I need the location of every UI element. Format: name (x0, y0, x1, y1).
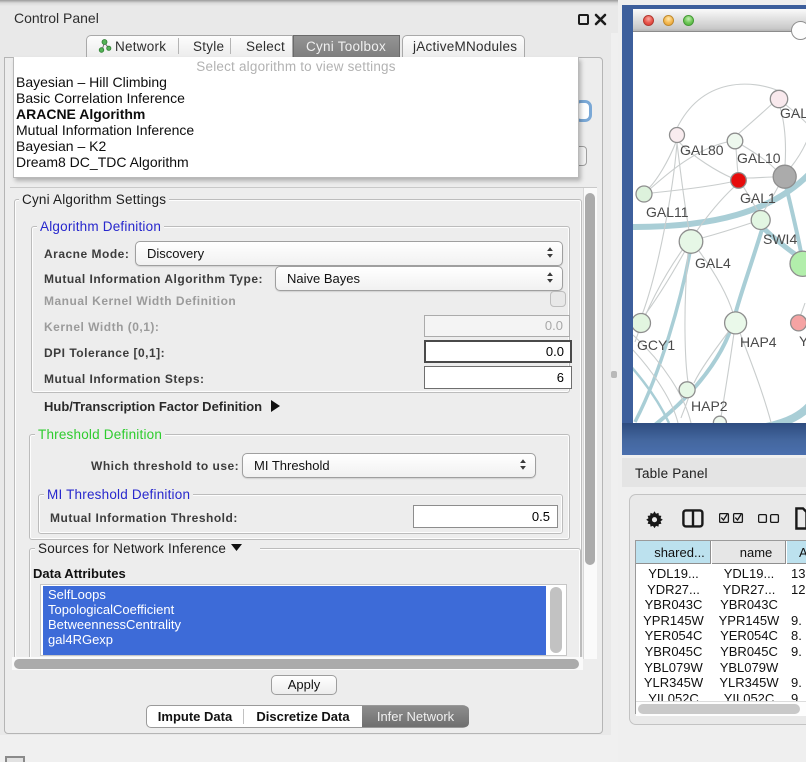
svg-text:GAL11: GAL11 (646, 204, 689, 220)
svg-text:SWI4: SWI4 (763, 231, 797, 247)
svg-text:GAL1: GAL1 (740, 190, 776, 206)
svg-text:Y: Y (799, 333, 806, 349)
svg-text:GAL: GAL (780, 105, 806, 121)
svg-text:GCY1: GCY1 (637, 337, 675, 353)
svg-text:GAL4: GAL4 (695, 255, 731, 271)
svg-text:GAL10: GAL10 (737, 150, 781, 166)
svg-text:GAL80: GAL80 (680, 142, 724, 158)
svg-text:HAP4: HAP4 (740, 334, 777, 350)
svg-text:HAP2: HAP2 (691, 398, 728, 414)
